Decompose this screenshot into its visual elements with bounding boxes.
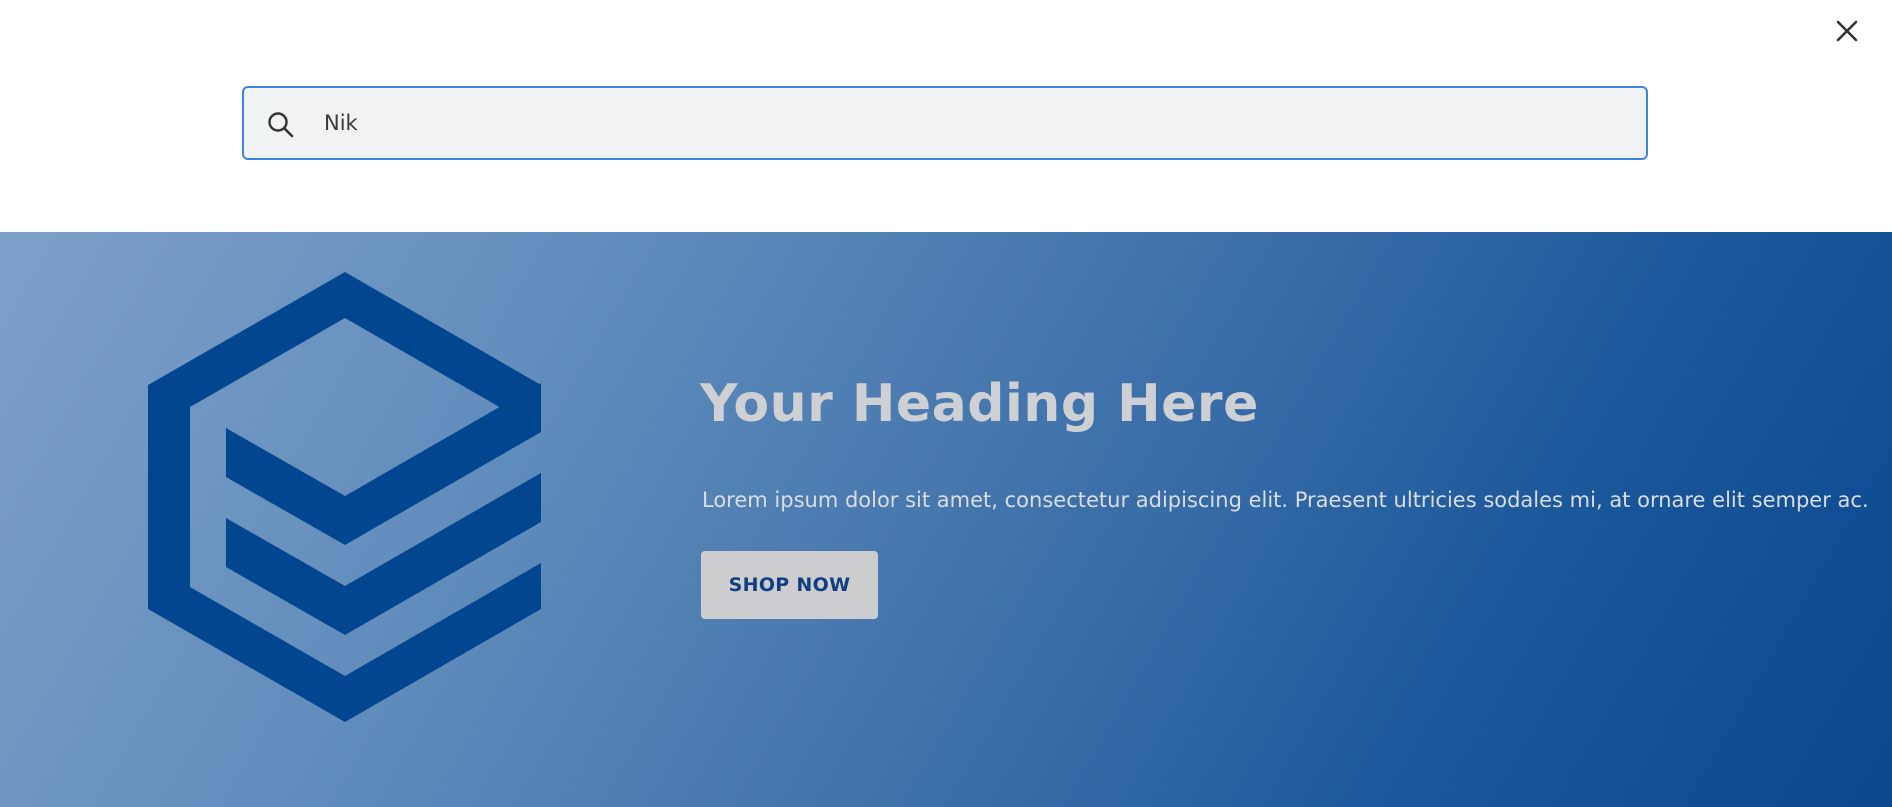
search-input[interactable]	[324, 88, 1624, 158]
hero-banner: Your Heading Here Lorem ipsum dolor sit …	[0, 232, 1892, 807]
hero-description: Lorem ipsum dolor sit amet, consectetur …	[702, 488, 1869, 512]
close-button[interactable]	[1830, 14, 1864, 48]
search-overlay-header	[0, 0, 1892, 232]
close-icon	[1836, 20, 1858, 42]
hero-heading: Your Heading Here	[700, 374, 1259, 434]
search-icon	[268, 112, 294, 138]
shop-now-button[interactable]: SHOP NOW	[701, 551, 878, 619]
search-box[interactable]	[242, 86, 1648, 160]
layered-hexagon-logo-icon	[148, 272, 541, 722]
